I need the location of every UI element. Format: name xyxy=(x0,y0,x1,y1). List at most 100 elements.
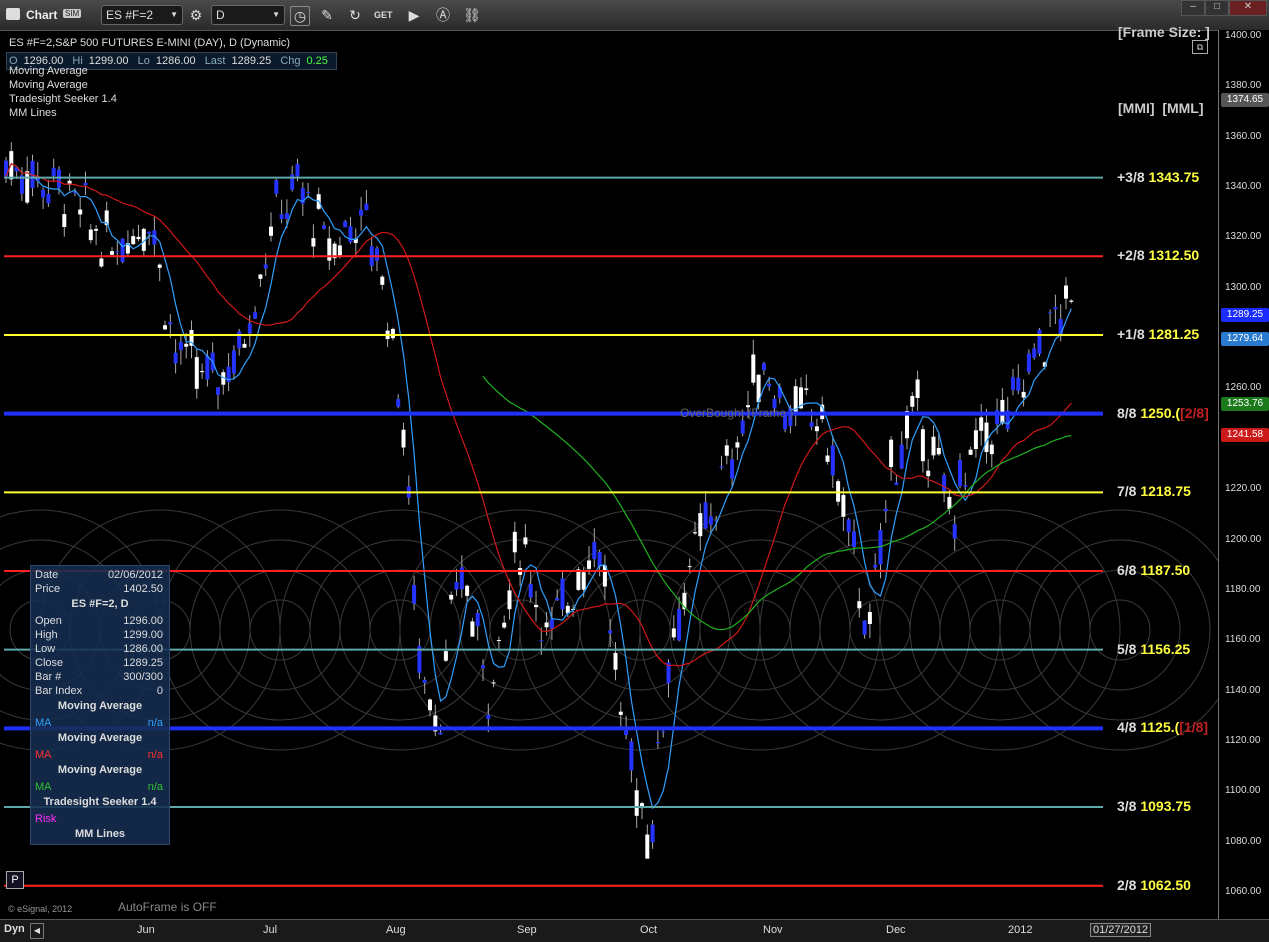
price-bar-body xyxy=(194,357,199,389)
price-bar-body xyxy=(661,731,666,733)
dw-ma2-header: Moving Average xyxy=(57,732,143,744)
dw-row: Bar # 300/300 xyxy=(35,670,165,684)
clock-icon[interactable]: ◷ xyxy=(290,6,310,26)
dw-ma2-value: n/a xyxy=(147,749,163,761)
price-bar-body xyxy=(396,399,401,407)
chart-toolbar: Chart SIM ES #F=2 ▼ ⚙ D ▼ ◷ ✎ ↻ GET ▶ Ⓐ … xyxy=(0,0,1269,31)
price-bar-body xyxy=(337,245,342,256)
dw-row: Open 1296.00 xyxy=(35,614,165,628)
price-bar-body xyxy=(534,604,538,608)
price-bar-body xyxy=(438,732,443,735)
price-bar-body xyxy=(412,585,417,604)
study-mm-lines[interactable]: MM Lines xyxy=(9,107,57,119)
price-bar-body xyxy=(237,331,242,349)
play-icon[interactable]: ▶ xyxy=(405,6,423,24)
price-bar-body xyxy=(110,251,114,255)
mm-label: 3/8 1093.75 xyxy=(1117,798,1191,814)
scroll-left-icon[interactable]: ◀ xyxy=(30,923,44,939)
price-tag: 1289.25 xyxy=(1221,307,1269,322)
refresh-icon[interactable]: ↻ xyxy=(346,6,364,24)
p-button[interactable]: P xyxy=(6,871,24,889)
mm-label: 7/8 1218.75 xyxy=(1117,483,1191,499)
data-window[interactable]: Date 02/06/2012 Price 1402.50 ES #F=2, D O… xyxy=(30,565,170,845)
dw-ma1-row: MA n/a xyxy=(35,716,165,730)
get-icon[interactable]: GET xyxy=(374,6,393,24)
maximize-button[interactable]: □ xyxy=(1205,0,1229,16)
mm-level-value: 1093.75 xyxy=(1136,798,1191,815)
dyn-button[interactable]: Dyn xyxy=(4,923,25,935)
alert-icon[interactable]: Ⓐ xyxy=(434,6,452,24)
interval-value: D xyxy=(216,8,225,22)
minimize-button[interactable]: – xyxy=(1181,0,1205,16)
dw-row: Close 1289.25 xyxy=(35,656,165,670)
price-bar-body xyxy=(629,741,634,771)
dw-ma3-label: MA xyxy=(35,781,52,793)
price-bar-body xyxy=(931,436,936,456)
price-bar-body xyxy=(613,652,618,670)
price-tick-label: 1080.00 xyxy=(1225,835,1262,847)
high-value: 1299.00 xyxy=(88,55,129,67)
price-bar-body xyxy=(587,560,591,569)
dw-date-row: Date 02/06/2012 xyxy=(35,568,165,582)
price-bar-body xyxy=(947,496,952,509)
price-chart[interactable] xyxy=(0,30,1218,919)
mm-label: +2/8 1312.50 xyxy=(1117,247,1199,263)
symbol-select[interactable]: ES #F=2 ▼ xyxy=(101,5,183,25)
price-bar-body xyxy=(852,531,856,547)
price-bar-body xyxy=(486,714,491,720)
price-bar-body xyxy=(899,444,904,469)
mm-label: +1/8 1281.25 xyxy=(1117,326,1199,342)
month-label: Jul xyxy=(263,924,278,936)
study-seeker[interactable]: Tradesight Seeker 1.4 xyxy=(9,93,117,105)
price-tag: 1374.65 xyxy=(1221,92,1269,107)
price-bar-body xyxy=(380,276,385,285)
pencil-icon[interactable]: ✎ xyxy=(318,6,336,24)
price-tick-label: 1340.00 xyxy=(1225,181,1262,193)
price-bar-body xyxy=(231,350,236,374)
price-bar-body xyxy=(989,444,994,455)
price-bar-body xyxy=(650,824,655,843)
price-tick-label: 1140.00 xyxy=(1225,684,1261,696)
last-label: Last xyxy=(204,55,226,67)
link-icon[interactable]: ⛓ xyxy=(463,6,481,24)
price-bar-body xyxy=(581,572,586,590)
dw-date-label: Date xyxy=(35,569,59,581)
price-bar-body xyxy=(390,328,395,339)
close-button[interactable]: ✕ xyxy=(1229,0,1267,16)
price-bar-body xyxy=(200,371,205,373)
dw-risk-label: Risk xyxy=(35,813,57,825)
price-tick-label: 1400.00 xyxy=(1225,30,1262,41)
price-bar-body xyxy=(708,516,713,525)
price-bar-body xyxy=(936,447,941,455)
price-bar-body xyxy=(719,466,724,468)
price-bar-body xyxy=(608,630,613,634)
settings-gear-icon[interactable]: ⚙ xyxy=(187,6,205,24)
study-ma-2[interactable]: Moving Average xyxy=(9,65,88,77)
time-axis[interactable]: Dyn ◀ Jun Jul Aug Sep Oct Nov Dec 2012 01/27/20… xyxy=(0,919,1269,942)
price-bar-body xyxy=(258,274,263,279)
low-label: Lo xyxy=(137,55,150,67)
mm-frame-tag: [1/8] xyxy=(1179,719,1209,736)
price-bar-body xyxy=(973,430,978,450)
mm-level-value: 1281.25 xyxy=(1144,325,1200,342)
restore-window-icon[interactable]: ⧉ xyxy=(1192,40,1208,54)
price-bar-body xyxy=(78,209,83,215)
mm-level-label: 2/8 xyxy=(1117,876,1137,893)
price-bar-body xyxy=(99,258,104,267)
study-ma-3[interactable]: Moving Average xyxy=(9,79,88,91)
price-bar-body xyxy=(322,225,326,229)
price-tick-label: 1100.00 xyxy=(1225,785,1261,797)
interval-select[interactable]: D ▼ xyxy=(211,5,285,25)
price-axis[interactable]: 1400.00 1380.00 1360.00 1340.00 1320.00 1300.… xyxy=(1218,30,1269,919)
price-bar-body xyxy=(216,387,220,395)
dw-row-label: Close xyxy=(35,657,64,669)
price-bar-body xyxy=(735,442,740,448)
price-bar-body xyxy=(528,584,533,598)
price-bar-body xyxy=(422,679,427,683)
price-tick-label: 1260.00 xyxy=(1225,382,1262,394)
price-bar-body xyxy=(703,502,708,529)
price-bar-body xyxy=(253,312,258,319)
mmi-header: [MMI] [MML] xyxy=(1118,100,1204,116)
dw-row-value: 0 xyxy=(156,685,163,697)
price-bar-body xyxy=(730,459,735,479)
